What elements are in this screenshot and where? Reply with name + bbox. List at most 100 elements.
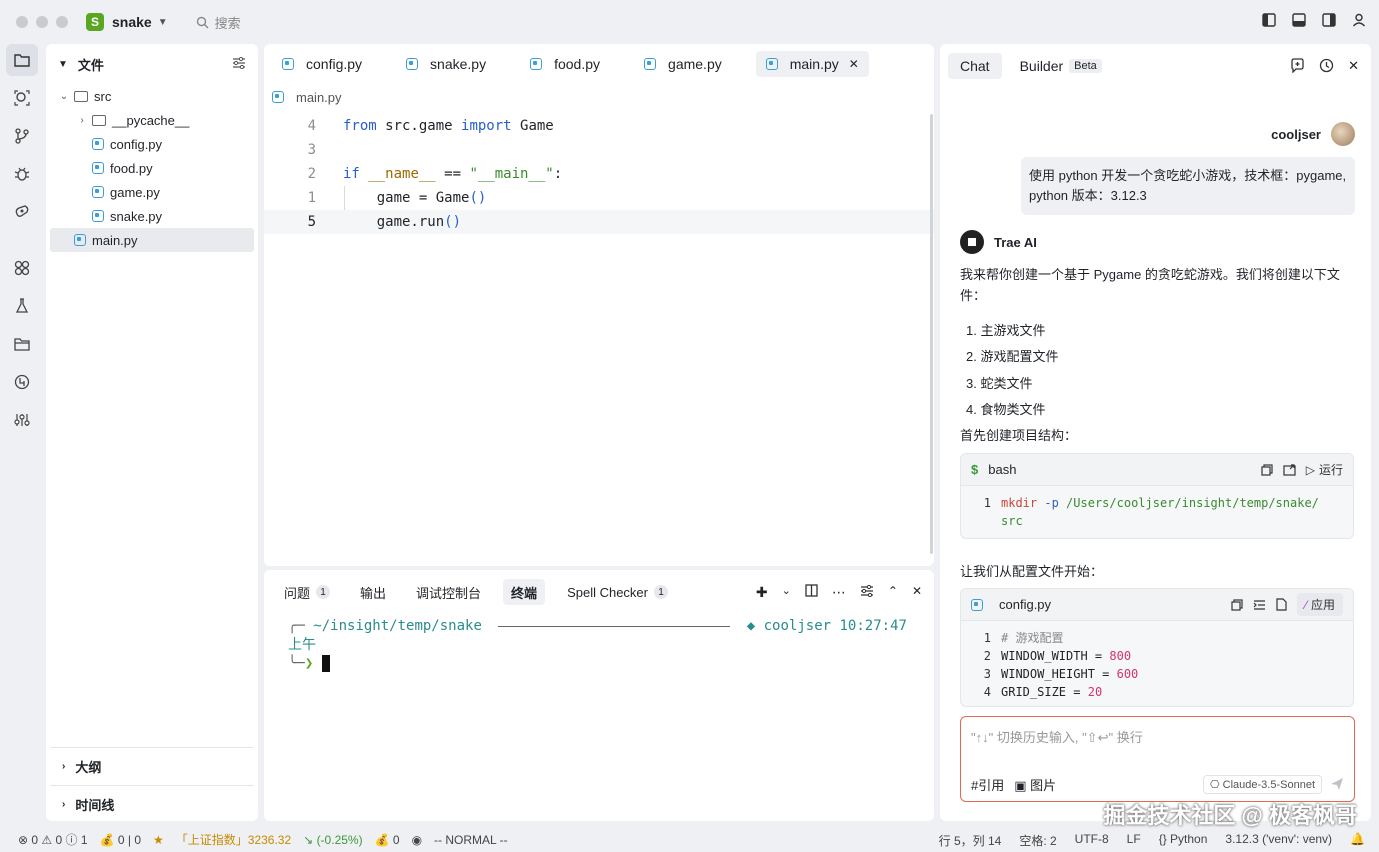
close-icon[interactable]: ✕ — [1348, 58, 1359, 76]
run-button[interactable]: ▷ 运行 — [1306, 461, 1343, 478]
tree-file-main[interactable]: main.py — [50, 228, 254, 252]
close-icon[interactable]: ✕ — [849, 57, 859, 71]
tab-label: Builder — [1019, 58, 1064, 74]
reference-button[interactable]: #引用 — [971, 775, 1004, 794]
indentation[interactable]: 空格: 2 — [1019, 832, 1056, 849]
tab-output[interactable]: 输出 — [352, 579, 394, 605]
account-icon[interactable] — [1351, 12, 1367, 28]
tab-game[interactable]: game.py — [634, 51, 732, 77]
image-button[interactable]: ▣ 图片 — [1014, 775, 1056, 794]
tab-label: game.py — [668, 56, 722, 72]
insert-code-icon[interactable] — [1253, 599, 1266, 611]
python-file-icon — [406, 58, 419, 70]
notifications-bell-icon[interactable]: 🔔 — [1350, 832, 1365, 849]
list-item: 2. 游戏配置文件 — [966, 349, 1059, 364]
code-token: 800 — [1109, 649, 1132, 663]
tools-icon[interactable] — [6, 404, 38, 436]
new-chat-icon[interactable] — [1290, 58, 1305, 76]
filter-settings-icon[interactable] — [232, 56, 246, 72]
breadcrumb-item[interactable]: main.py — [296, 90, 342, 105]
tab-terminal[interactable]: 终端 — [503, 579, 546, 605]
tab-debug-console[interactable]: 调试控制台 — [408, 579, 489, 605]
explorer-header: ▼ 文件 — [46, 44, 258, 84]
encoding[interactable]: UTF-8 — [1075, 832, 1109, 849]
chat-input[interactable]: "↑↓" 切换历史输入, "⇧↩" 换行 #引用 ▣ 图片 ⎔ Claude-3… — [960, 716, 1355, 802]
language-mode[interactable]: {} Python — [1159, 832, 1208, 849]
remote-icon[interactable] — [6, 196, 38, 228]
folder-icon[interactable] — [6, 328, 38, 360]
toggle-panel-icon[interactable] — [1291, 12, 1307, 28]
line-number: 1 — [983, 496, 991, 510]
bottom-panel: 问题 1 输出 调试控制台 终端 Spell Checker 1 ✚ ⌄ ⋯ ⌃ ✕… — [264, 570, 934, 821]
toggle-sidebar-icon[interactable] — [1261, 12, 1277, 28]
editor-scrollbar[interactable] — [928, 114, 934, 554]
github-icon[interactable]: ◉ — [412, 833, 422, 847]
tree-file-config[interactable]: config.py — [46, 132, 258, 156]
terminal-dollar-icon: $ — [971, 462, 979, 477]
tree-folder-pycache[interactable]: › __pycache__ — [46, 108, 258, 132]
project-badge[interactable]: S — [86, 13, 104, 31]
tree-file-food[interactable]: food.py — [46, 156, 258, 180]
outline-section[interactable]: › 大纲 — [50, 747, 254, 785]
add-terminal-icon[interactable]: ✚ — [756, 584, 768, 601]
insert-terminal-icon[interactable] — [1283, 463, 1296, 476]
problems-status[interactable]: ⊗ 0 ⚠ 0 ⓘ 1 — [18, 831, 88, 848]
tab-snake[interactable]: snake.py — [396, 51, 496, 77]
search-box[interactable]: 搜索 — [196, 13, 241, 32]
chevron-down-icon[interactable]: ▼ — [58, 59, 68, 70]
panel-settings-icon[interactable] — [860, 584, 874, 601]
new-file-icon[interactable] — [1276, 598, 1287, 611]
model-selector[interactable]: ⎔ Claude-3.5-Sonnet — [1202, 775, 1322, 794]
split-terminal-icon[interactable] — [805, 584, 818, 601]
tab-food[interactable]: food.py — [520, 51, 610, 77]
model-name: Claude-3.5-Sonnet — [1222, 779, 1315, 791]
tab-config[interactable]: config.py — [272, 51, 372, 77]
python-interpreter[interactable]: 3.12.3 ('venv': venv) — [1225, 832, 1332, 849]
chevron-down-icon[interactable]: ▼ — [158, 17, 168, 28]
stock-index[interactable]: 「上证指数」3236.32 — [176, 831, 291, 848]
tree-file-game[interactable]: game.py — [46, 180, 258, 204]
code-area[interactable]: 4 from src.game import Game 3 2 if __name_… — [264, 114, 934, 234]
toggle-chat-icon[interactable] — [1321, 12, 1337, 28]
maximize-panel-icon[interactable]: ⌃ — [888, 584, 898, 601]
timeline-section[interactable]: › 时间线 — [50, 785, 254, 823]
close-panel-icon[interactable]: ✕ — [912, 584, 922, 601]
history-icon[interactable] — [1319, 58, 1334, 76]
python-file-icon — [92, 162, 104, 174]
minimize-window-button[interactable] — [36, 16, 48, 28]
project-name[interactable]: snake — [112, 14, 152, 30]
line-ending[interactable]: LF — [1127, 832, 1141, 849]
code-token: -p — [1044, 496, 1059, 510]
money-status-2[interactable]: 💰 0 — [375, 833, 400, 847]
debug-icon[interactable] — [6, 158, 38, 190]
chevron-down-icon[interactable]: ⌄ — [782, 584, 791, 601]
explorer-icon[interactable] — [6, 44, 38, 76]
code-token: /Users/cooljser/insight/temp/snake/ — [1066, 496, 1319, 510]
more-icon[interactable]: ⋯ — [832, 584, 846, 601]
apply-button[interactable]: ⁄ 应用 — [1296, 593, 1343, 616]
code-token: 600 — [1116, 667, 1139, 681]
send-icon[interactable] — [1330, 777, 1344, 794]
tab-problems[interactable]: 问题 1 — [276, 579, 338, 605]
code-token: 20 — [1087, 685, 1103, 699]
extensions-icon[interactable] — [6, 252, 38, 284]
tree-folder-src[interactable]: ⌄ src — [46, 84, 258, 108]
timeline-icon[interactable] — [6, 366, 38, 398]
cursor-position[interactable]: 行 5，列 14 — [939, 832, 1002, 849]
tab-spell-checker[interactable]: Spell Checker 1 — [559, 579, 676, 605]
close-window-button[interactable] — [16, 16, 28, 28]
config-code-block: config.py ⁄ 应用 1 # 游戏配置 2 WINDOW_WIDTH = 80… — [960, 588, 1354, 707]
tab-main[interactable]: main.py ✕ — [755, 51, 869, 77]
source-control-icon[interactable] — [6, 120, 38, 152]
terminal-output[interactable]: ╭─ ~/insight/temp/snake ◆ cooljser 10:27… — [288, 618, 908, 672]
money-status[interactable]: 💰 0 | 0 — [100, 833, 141, 847]
tab-chat[interactable]: Chat — [948, 53, 1002, 79]
copy-icon[interactable] — [1261, 463, 1273, 476]
zoom-window-button[interactable] — [56, 16, 68, 28]
tree-file-snake[interactable]: snake.py — [46, 204, 258, 228]
search-files-icon[interactable] — [6, 82, 38, 114]
tab-builder[interactable]: Builder Beta — [1008, 53, 1114, 79]
code-token: WINDOW_WIDTH — [1001, 649, 1088, 663]
copy-icon[interactable] — [1231, 598, 1243, 611]
testing-flask-icon[interactable] — [6, 290, 38, 322]
